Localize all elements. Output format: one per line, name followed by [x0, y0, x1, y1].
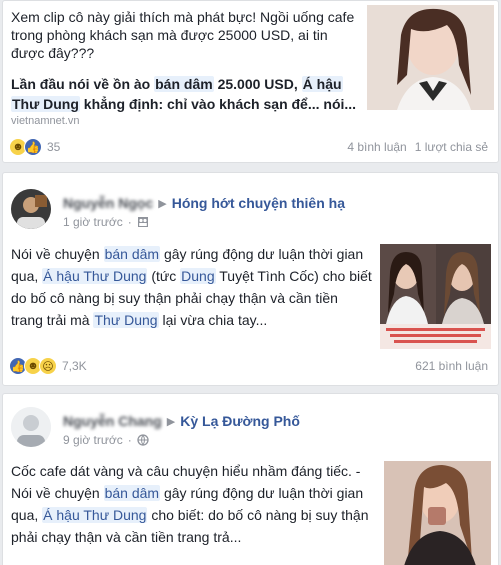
link-thumbnail[interactable] [367, 5, 494, 110]
post-image[interactable] [380, 244, 491, 349]
post-card-2: Nguyễn Ngọc ▶ Hóng hớt chuyện thiên hạ 1… [2, 172, 499, 386]
highlight-keyword: Á hậu [301, 76, 343, 92]
arrow-right-icon: ▶ [158, 197, 167, 210]
link-source: vietnamnet.vn [11, 115, 80, 124]
post-image[interactable] [384, 461, 491, 565]
avatar[interactable] [11, 189, 51, 229]
highlight-keyword[interactable]: bán dâm [103, 246, 161, 262]
highlight-keyword[interactable]: Á hậu Thư Dung [42, 507, 148, 523]
group-name[interactable]: Kỳ Lạ Đường Phố [180, 413, 300, 429]
globe-icon [137, 434, 149, 446]
highlight-keyword: bán dâm [154, 76, 214, 92]
author-name[interactable]: Nguyễn Ngọc [63, 195, 153, 211]
highlight-keyword[interactable]: Á hậu Thư Dung [42, 268, 148, 284]
author-name[interactable]: Nguyễn Chang [63, 413, 162, 429]
post-text: Nói về chuyện bán dâm gây rúng động dư l… [11, 246, 372, 328]
post-time[interactable]: 1 giờ trước [63, 215, 123, 229]
highlight-keyword: Thư Dung [11, 96, 80, 112]
comment-count[interactable]: 4 bình luận [347, 140, 406, 154]
highlight-keyword[interactable]: Dung [180, 268, 216, 284]
arrow-right-icon: ▶ [166, 415, 176, 428]
reaction-count: 35 [47, 140, 61, 154]
sad-reaction-icon: ☹ [39, 357, 57, 375]
post-text: Cốc cafe dát vàng và câu chuyện hiểu nhầ… [11, 463, 369, 545]
highlight-keyword[interactable]: bán dâm [103, 485, 161, 501]
avatar[interactable] [11, 407, 51, 447]
group-icon [137, 217, 148, 227]
reaction-summary[interactable]: 👍 ☻ ☹ 7,3K [9, 356, 87, 376]
like-reaction-icon: 👍 [24, 138, 42, 156]
post-time[interactable]: 9 giờ trước [63, 433, 123, 447]
highlight-keyword[interactable]: Thư Dung [93, 312, 159, 328]
post-card-1: Xem clip cô này giải thích mà phát bực! … [2, 0, 499, 163]
comment-count[interactable]: 621 bình luận [415, 359, 488, 373]
group-name[interactable]: Hóng hớt chuyện thiên hạ [172, 195, 345, 211]
post-text: Xem clip cô này giải thích mà phát bực! … [11, 9, 355, 61]
reaction-summary[interactable]: ☻ 👍 35 [9, 137, 60, 157]
link-title[interactable]: Lần đầu nói về ồn ào bán dâm 25.000 USD,… [11, 74, 371, 114]
reaction-count: 7,3K [62, 359, 87, 373]
post-card-3: Nguyễn Chang ▶ Kỳ Lạ Đường Phố 9 giờ trư… [2, 393, 499, 565]
share-count[interactable]: 1 lượt chia sẻ [415, 140, 488, 154]
